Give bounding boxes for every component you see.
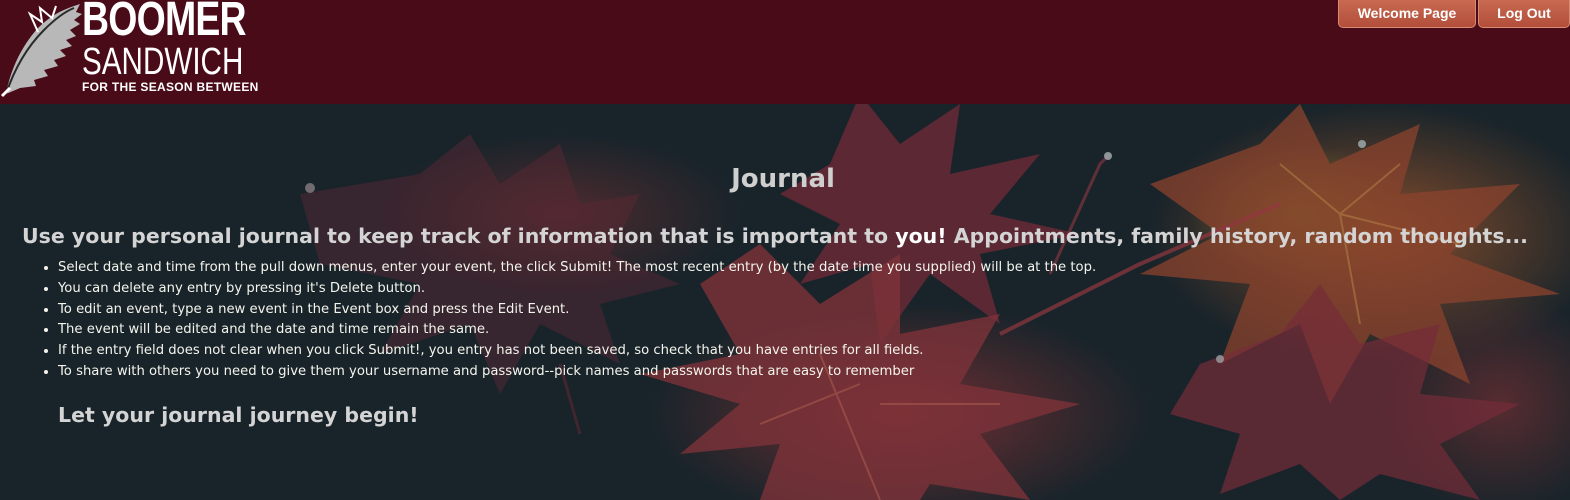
closing-message: Let your journal journey begin! [58, 403, 419, 427]
list-item: To edit an event, type a new event in th… [58, 300, 1096, 321]
leaf-logo-icon [0, 4, 82, 98]
intro-suffix: Appointments, family history, random tho… [946, 224, 1528, 248]
journal-intro: Journal Use your personal journal to kee… [0, 104, 1570, 500]
list-item: Select date and time from the pull down … [58, 258, 1096, 279]
intro-text: Use your personal journal to keep track … [22, 224, 1528, 248]
logo-tagline: FOR THE SEASON BETWEEN [82, 80, 259, 94]
welcome-page-button[interactable]: Welcome Page [1338, 0, 1476, 28]
intro-emphasis: you! [895, 224, 947, 248]
list-item: To share with others you need to give th… [58, 362, 1096, 383]
page-title: Journal [731, 164, 835, 194]
page: BOOMER SANDWICH FOR THE SEASON BETWEEN W… [0, 0, 1570, 500]
log-out-button[interactable]: Log Out [1478, 0, 1570, 28]
intro-prefix: Use your personal journal to keep track … [22, 224, 896, 248]
logo-line-1: BOOMER [82, 0, 247, 46]
list-item: You can delete any entry by pressing it'… [58, 279, 1096, 300]
site-logo[interactable]: BOOMER SANDWICH FOR THE SEASON BETWEEN [0, 0, 260, 100]
list-item: If the entry field does not clear when y… [58, 341, 1096, 362]
site-header: BOOMER SANDWICH FOR THE SEASON BETWEEN W… [0, 0, 1570, 104]
hero-section: Journal Use your personal journal to kee… [0, 104, 1570, 500]
instructions-list: Select date and time from the pull down … [37, 258, 1096, 383]
list-item: The event will be edited and the date an… [58, 320, 1096, 341]
logo-line-2: SANDWICH [82, 41, 244, 83]
